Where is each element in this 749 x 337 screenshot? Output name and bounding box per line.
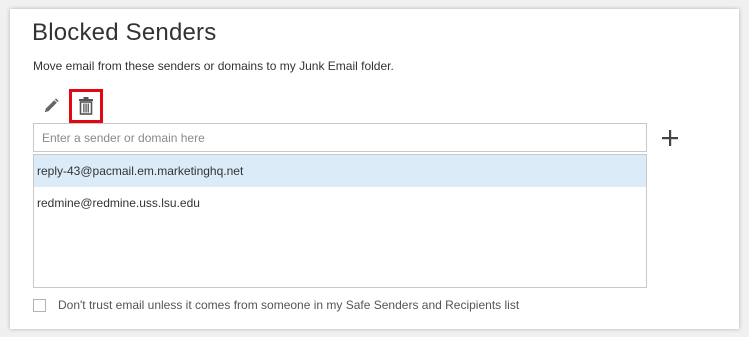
add-sender-button[interactable] [658,126,682,150]
section-description: Move email from these senders or domains… [33,59,394,73]
trust-option-row: Don't trust email unless it comes from s… [33,297,519,313]
edit-button[interactable] [36,91,66,121]
plus-icon [662,130,678,146]
list-item[interactable]: reply-43@pacmail.em.marketinghq.net [34,155,646,187]
trust-safe-senders-checkbox[interactable] [33,298,46,312]
section-title: Blocked Senders [32,19,217,46]
list-item[interactable]: redmine@redmine.uss.lsu.edu [34,187,646,219]
blocked-senders-list[interactable]: reply-43@pacmail.em.marketinghq.net redm… [33,154,647,288]
trash-icon [79,97,93,115]
trust-option-label[interactable]: Don't trust email unless it comes from s… [58,298,519,312]
pencil-icon [45,98,59,112]
delete-button[interactable] [69,89,103,123]
blocked-senders-panel: Blocked Senders Move email from these se… [10,9,739,329]
sender-domain-input[interactable] [33,123,647,152]
